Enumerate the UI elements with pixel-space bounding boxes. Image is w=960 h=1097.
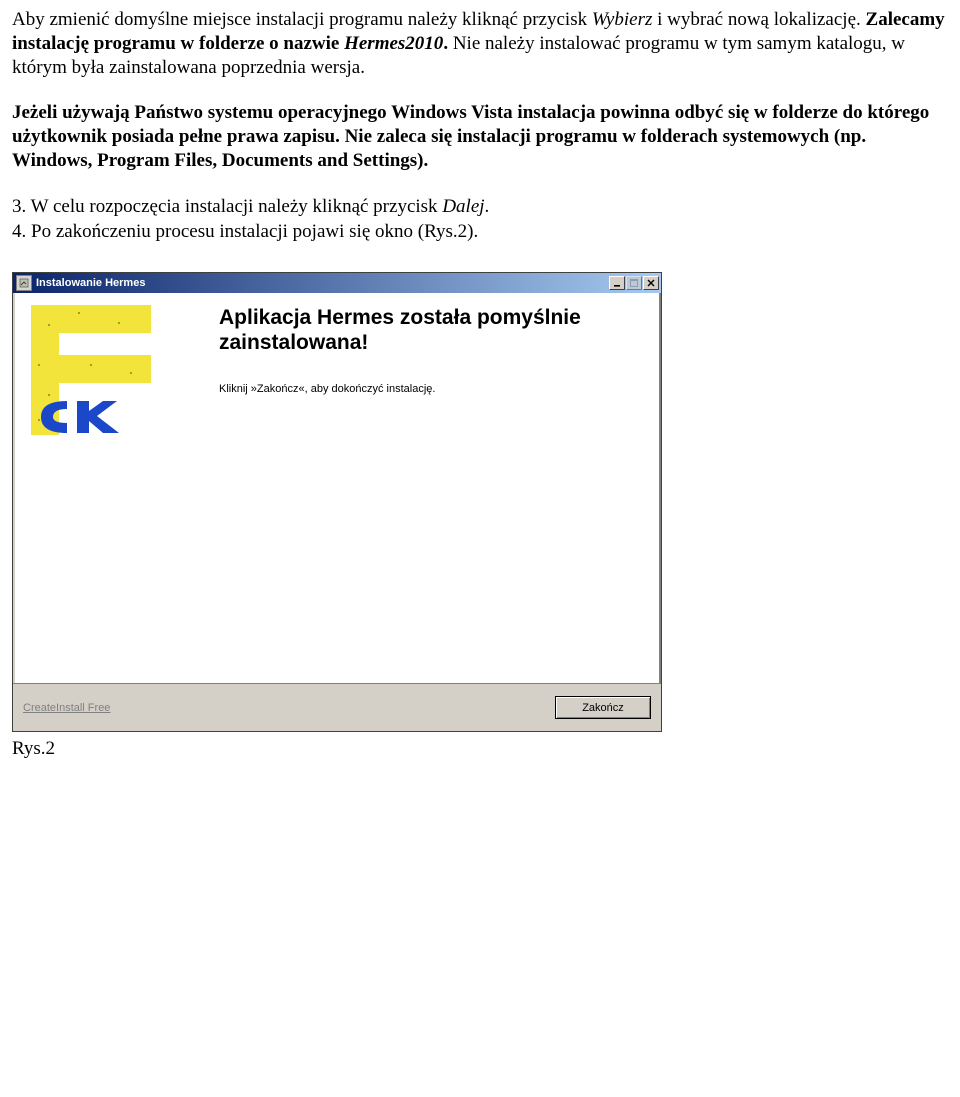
step-4: 4. Po zakończeniu procesu instalacji poj…: [12, 220, 948, 244]
step-3: 3. W celu rozpoczęcia instalacji należy …: [12, 195, 948, 219]
minimize-icon: [613, 279, 621, 287]
step3-pre: 3. W celu rozpoczęcia instalacji należy …: [12, 196, 442, 217]
close-icon: [647, 279, 655, 287]
window-body: Aplikacja Hermes została pomyślnie zains…: [13, 293, 661, 683]
figure-caption: Rys.2: [12, 738, 948, 760]
paragraph-2: Jeżeli używają Państwo systemu operacyjn…: [12, 101, 948, 172]
app-icon: [16, 275, 32, 291]
installer-window: Instalowanie Hermes: [12, 272, 662, 732]
para1-pre: Aby zmienić domyślne miejsce instalacji …: [12, 9, 592, 30]
window-footer: CreateInstall Free Zakończ: [13, 683, 661, 731]
step3-italic: Dalej: [442, 196, 484, 217]
titlebar-left: Instalowanie Hermes: [16, 275, 145, 291]
installer-logo: [31, 305, 191, 435]
footer-link[interactable]: CreateInstall Free: [23, 702, 110, 714]
para1-mid1: i wybrać nową lokalizację.: [652, 9, 865, 30]
step3-post: .: [485, 196, 490, 217]
maximize-button[interactable]: [626, 276, 642, 290]
window-body-inner: Aplikacja Hermes została pomyślnie zains…: [15, 293, 659, 447]
para1-italic1: Wybierz: [592, 9, 653, 30]
window-buttons: [609, 276, 659, 290]
titlebar: Instalowanie Hermes: [13, 273, 661, 293]
minimize-button[interactable]: [609, 276, 625, 290]
paragraph-1: Aby zmienić domyślne miejsce instalacji …: [12, 8, 948, 79]
finish-button[interactable]: Zakończ: [555, 696, 651, 719]
window-title: Instalowanie Hermes: [36, 277, 145, 289]
maximize-icon: [630, 279, 638, 287]
installer-headline: Aplikacja Hermes została pomyślnie zains…: [219, 305, 643, 355]
installer-subline: Kliknij »Zakończ«, aby dokończyć instala…: [219, 383, 643, 395]
window-content: Aplikacja Hermes została pomyślnie zains…: [219, 305, 643, 435]
close-button[interactable]: [643, 276, 659, 290]
para1-bolditalic1: Hermes2010: [344, 33, 443, 54]
